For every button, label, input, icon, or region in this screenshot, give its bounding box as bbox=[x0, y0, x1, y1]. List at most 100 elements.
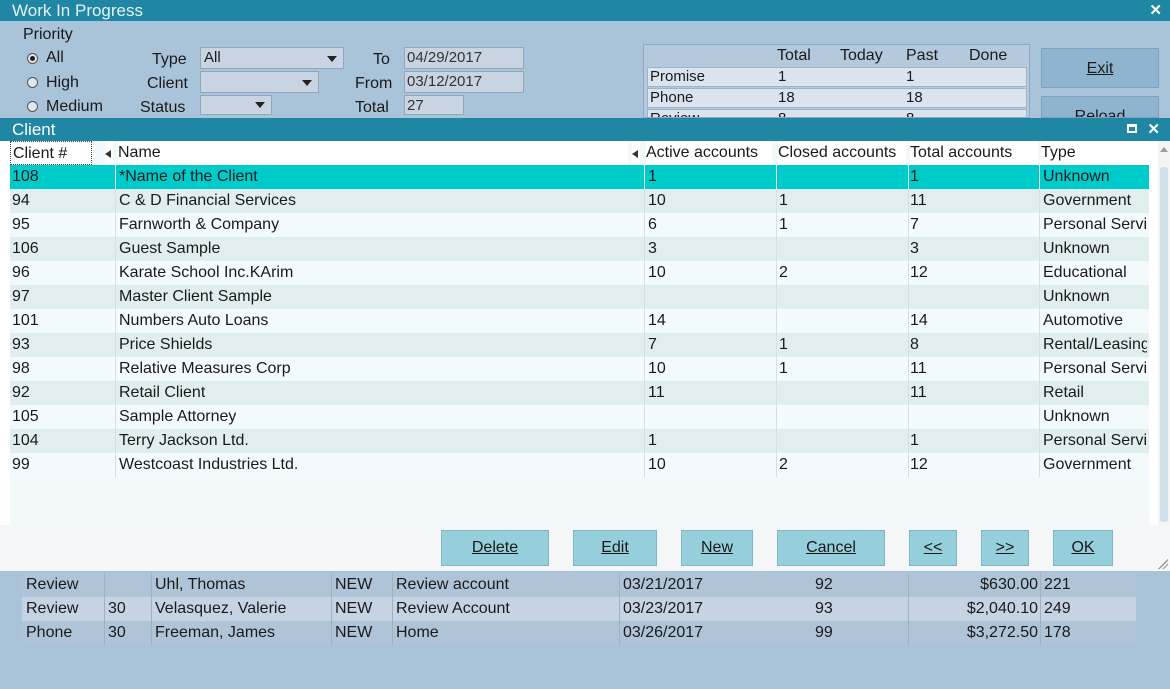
column-divider bbox=[908, 573, 909, 597]
cell-name: Westcoast Industries Ltd. bbox=[119, 456, 299, 473]
summary-row-past: 1 bbox=[906, 68, 915, 85]
table-row[interactable]: 92 Retail Client 11 11 Retail bbox=[10, 381, 1149, 405]
col-header-label: Total accounts bbox=[910, 144, 1013, 161]
summary-row-label: Review bbox=[650, 110, 699, 117]
cell-total-accounts: 1 bbox=[910, 432, 919, 449]
sort-icon[interactable] bbox=[105, 141, 113, 165]
col-header-label: Active accounts bbox=[646, 144, 759, 161]
to-date-field[interactable]: 04/29/2017 bbox=[404, 47, 524, 69]
table-row[interactable]: 99 Westcoast Industries Ltd. 10 2 12 Governme… bbox=[10, 453, 1149, 477]
cell-type: Retail bbox=[1043, 384, 1084, 401]
column-divider bbox=[908, 405, 909, 429]
column-divider bbox=[115, 285, 116, 309]
ok-button[interactable]: OK bbox=[1053, 530, 1113, 566]
cell-amount: $3,272.50 bbox=[966, 624, 1038, 641]
col-header-name[interactable]: Name bbox=[118, 141, 628, 165]
wip-close-icon[interactable]: ✕ bbox=[1149, 0, 1162, 21]
priority-high-radio[interactable] bbox=[27, 77, 38, 88]
close-icon[interactable]: ✕ bbox=[1147, 118, 1160, 141]
edit-button[interactable]: Edit bbox=[573, 530, 657, 566]
column-divider bbox=[151, 573, 152, 597]
table-row[interactable]: Review 30 Velasquez, Valerie NEW Review Acco… bbox=[22, 597, 1136, 621]
resize-grip-icon[interactable] bbox=[1158, 559, 1168, 569]
column-divider bbox=[644, 213, 645, 237]
summary-row-phone[interactable]: Phone 18 18 bbox=[647, 88, 1027, 108]
cancel-button[interactable]: Cancel bbox=[777, 530, 885, 566]
table-row[interactable]: Review Uhl, Thomas NEW Review account 03/21/… bbox=[22, 573, 1136, 597]
column-divider bbox=[115, 309, 116, 333]
cell-name: Price Shields bbox=[119, 336, 213, 353]
total-label: Total bbox=[355, 99, 389, 116]
cell-date: 03/26/2017 bbox=[623, 624, 704, 641]
cell-type: Personal Servic bbox=[1043, 216, 1147, 233]
cell-active-accounts: 6 bbox=[648, 216, 657, 233]
summary-row-total: 8 bbox=[778, 110, 786, 117]
column-divider bbox=[1039, 189, 1040, 213]
cell-total-accounts: 12 bbox=[910, 264, 928, 281]
cell-status: NEW bbox=[335, 576, 373, 593]
table-row[interactable]: 101 Numbers Auto Loans 14 14 Automotive bbox=[10, 309, 1149, 333]
column-divider bbox=[908, 189, 909, 213]
maximize-icon[interactable] bbox=[1127, 124, 1137, 133]
summary-row-promise[interactable]: Promise 1 1 bbox=[647, 67, 1027, 87]
col-header-label: Type bbox=[1041, 144, 1076, 161]
cell-type: Unknown bbox=[1043, 168, 1110, 185]
col-header-client-num[interactable]: Client # bbox=[10, 141, 92, 165]
table-row[interactable]: 93 Price Shields 7 1 8 Rental/Leasing bbox=[10, 333, 1149, 357]
table-row[interactable]: 105 Sample Attorney Unknown bbox=[10, 405, 1149, 429]
type-select-value: All bbox=[204, 49, 221, 66]
next-page-button[interactable]: >> bbox=[981, 530, 1029, 566]
cell-date: 03/21/2017 bbox=[623, 576, 704, 593]
cell-active-accounts: 10 bbox=[648, 360, 666, 377]
cell-code: 221 bbox=[1044, 576, 1071, 593]
new-button[interactable]: New bbox=[681, 530, 753, 566]
cell-client-num: 108 bbox=[12, 168, 39, 185]
column-divider bbox=[115, 429, 116, 453]
reload-button[interactable]: Reload bbox=[1041, 96, 1159, 118]
table-row[interactable]: Phone 30 Freeman, James NEW Home 03/26/2017 99… bbox=[22, 621, 1136, 645]
type-select[interactable]: All bbox=[200, 47, 344, 69]
sort-icon[interactable] bbox=[632, 141, 640, 165]
table-row[interactable]: 108 *Name of the Client 1 1 Unknown bbox=[10, 165, 1149, 189]
cell-amount: $2,040.10 bbox=[966, 600, 1038, 617]
table-row[interactable]: 104 Terry Jackson Ltd. 1 1 Personal Servic bbox=[10, 429, 1149, 453]
table-row[interactable]: 98 Relative Measures Corp 10 1 11 Personal Se… bbox=[10, 357, 1149, 381]
col-header-active[interactable]: Active accounts bbox=[646, 141, 772, 165]
scroll-thumb[interactable] bbox=[1160, 167, 1168, 522]
client-select[interactable] bbox=[200, 71, 319, 93]
column-divider bbox=[908, 597, 909, 621]
summary-row-review[interactable]: Review 8 8 bbox=[647, 109, 1027, 117]
delete-button[interactable]: Delete bbox=[441, 530, 549, 566]
status-select[interactable] bbox=[200, 95, 272, 115]
table-row[interactable]: 96 Karate School Inc.KArim 10 2 12 Educationa… bbox=[10, 261, 1149, 285]
column-divider bbox=[392, 573, 393, 597]
column-divider bbox=[908, 429, 909, 453]
client-dialog: Client # Name Active accounts Closed acc… bbox=[0, 141, 1170, 571]
cell-client-num: 92 bbox=[12, 384, 30, 401]
exit-button[interactable]: Exit bbox=[1041, 48, 1159, 88]
col-header-type[interactable]: Type bbox=[1041, 141, 1149, 165]
scroll-up-icon[interactable] bbox=[1160, 147, 1168, 152]
from-date-field[interactable]: 03/12/2017 bbox=[404, 71, 524, 93]
column-divider bbox=[644, 165, 645, 189]
column-divider bbox=[776, 429, 777, 453]
column-divider bbox=[331, 597, 332, 621]
cell-code: 178 bbox=[1044, 624, 1071, 641]
cell-total-accounts: 12 bbox=[910, 456, 928, 473]
col-header-total[interactable]: Total accounts bbox=[910, 141, 1038, 165]
priority-all-radio[interactable] bbox=[27, 53, 38, 64]
table-row[interactable]: 94 C & D Financial Services 10 1 11 Governmen… bbox=[10, 189, 1149, 213]
cell-type: Educational bbox=[1043, 264, 1127, 281]
column-divider bbox=[644, 285, 645, 309]
col-header-closed[interactable]: Closed accounts bbox=[778, 141, 906, 165]
cell-status: NEW bbox=[335, 624, 373, 641]
summary-row-label: Phone bbox=[650, 89, 694, 106]
summary-row-past: 18 bbox=[906, 89, 923, 106]
table-row[interactable]: 97 Master Client Sample Unknown bbox=[10, 285, 1149, 309]
vertical-scrollbar[interactable] bbox=[1158, 141, 1170, 535]
previous-page-button[interactable]: << bbox=[909, 530, 957, 566]
priority-medium-radio[interactable] bbox=[27, 101, 38, 112]
cell-days: 30 bbox=[108, 624, 126, 641]
table-row[interactable]: 95 Farnworth & Company 6 1 7 Personal Servic bbox=[10, 213, 1149, 237]
table-row[interactable]: 106 Guest Sample 3 3 Unknown bbox=[10, 237, 1149, 261]
